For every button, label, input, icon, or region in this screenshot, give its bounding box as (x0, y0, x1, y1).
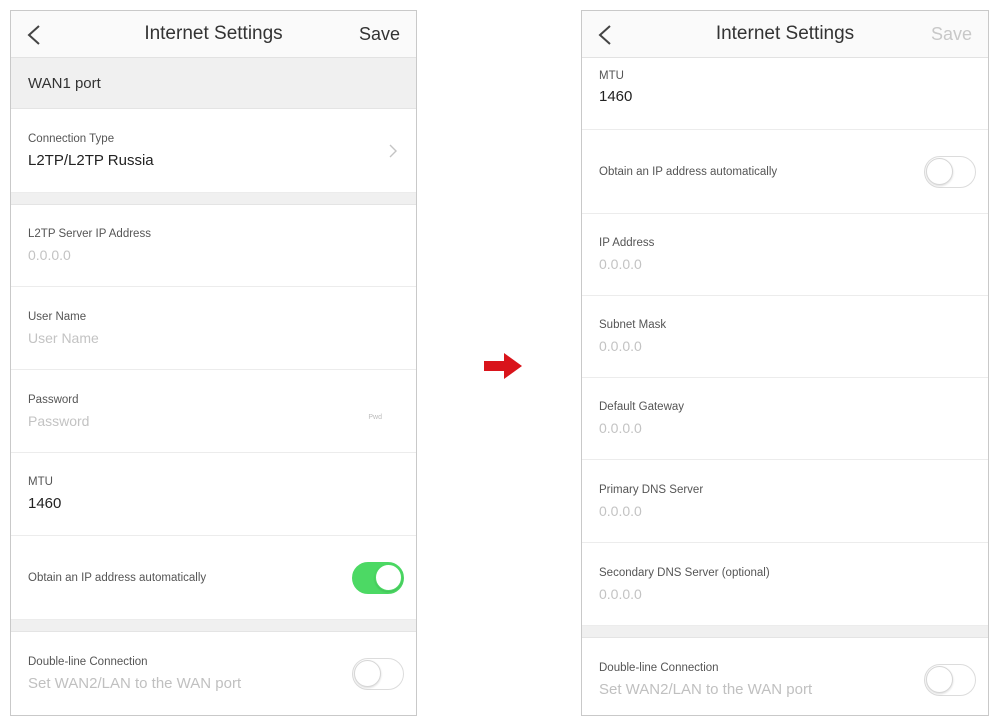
default-gateway-input[interactable]: 0.0.0.0 (599, 420, 988, 436)
chevron-left-icon[interactable] (25, 24, 43, 46)
default-gateway-field[interactable]: Default Gateway 0.0.0.0 (582, 378, 988, 460)
user-name-input[interactable]: User Name (28, 330, 416, 346)
primary-dns-field[interactable]: Primary DNS Server 0.0.0.0 (582, 460, 988, 543)
nav-bar: Internet Settings Save (582, 11, 988, 58)
ip-address-field[interactable]: IP Address 0.0.0.0 (582, 214, 988, 296)
mtu-label: MTU (28, 476, 53, 488)
double-line-row: Double-line Connection Set WAN2/LAN to t… (11, 632, 416, 715)
mtu-input[interactable]: 1460 (28, 495, 416, 512)
nav-bar: Internet Settings Save (11, 11, 416, 58)
section-gap (11, 193, 416, 205)
mtu-field[interactable]: MTU 1460 (11, 453, 416, 536)
double-line-row: Double-line Connection Set WAN2/LAN to t… (582, 638, 988, 715)
mtu-input[interactable]: 1460 (599, 88, 988, 105)
password-visibility-icon[interactable]: Pwd (368, 414, 382, 421)
save-button[interactable]: Save (359, 24, 400, 45)
section-gap (582, 626, 988, 638)
mtu-label: MTU (599, 70, 624, 82)
user-name-label: User Name (28, 310, 87, 323)
toggle-knob (926, 665, 953, 693)
toggle-knob (375, 563, 402, 591)
password-input[interactable]: Password (28, 413, 416, 429)
phone-screen-left: Internet Settings Save WAN1 port Connect… (10, 10, 417, 716)
section-header-wan1: WAN1 port (11, 58, 416, 109)
l2tp-server-ip-input[interactable]: 0.0.0.0 (28, 247, 416, 263)
double-line-toggle[interactable] (352, 657, 404, 690)
obtain-ip-toggle[interactable] (352, 561, 404, 594)
primary-dns-label: Primary DNS Server (599, 483, 704, 496)
secondary-dns-field[interactable]: Secondary DNS Server (optional) 0.0.0.0 (582, 543, 988, 626)
connection-type-row[interactable]: Connection Type L2TP/L2TP Russia (11, 109, 416, 193)
toggle-knob (926, 157, 953, 185)
chevron-right-icon (389, 144, 397, 157)
user-name-field[interactable]: User Name User Name (11, 287, 416, 370)
page-title: Internet Settings (715, 23, 855, 44)
primary-dns-input[interactable]: 0.0.0.0 (599, 503, 988, 519)
ip-address-label: IP Address (599, 237, 655, 249)
save-button[interactable]: Save (931, 24, 972, 45)
obtain-ip-row: Obtain an IP address automatically (582, 130, 988, 214)
l2tp-server-ip-label: L2TP Server IP Address (28, 228, 151, 240)
obtain-ip-row: Obtain an IP address automatically (11, 536, 416, 620)
double-line-toggle[interactable] (924, 663, 976, 696)
secondary-dns-input[interactable]: 0.0.0.0 (599, 586, 988, 602)
l2tp-server-ip-field[interactable]: L2TP Server IP Address 0.0.0.0 (11, 205, 416, 287)
page-title: Internet Settings (144, 23, 283, 44)
phone-screen-right: Internet Settings Save MTU 1460 Obtain a… (581, 10, 989, 716)
toggle-knob (354, 659, 381, 687)
obtain-ip-toggle[interactable] (924, 155, 976, 188)
subnet-mask-input[interactable]: 0.0.0.0 (599, 338, 988, 354)
ip-address-input[interactable]: 0.0.0.0 (599, 256, 988, 272)
connection-type-value: L2TP/L2TP Russia (28, 151, 154, 169)
default-gateway-label: Default Gateway (599, 401, 685, 413)
connection-type-label: Connection Type (28, 132, 115, 145)
password-field[interactable]: Password Password Pwd (11, 370, 416, 453)
password-label: Password (28, 393, 79, 406)
arrow-right-icon (484, 353, 522, 379)
secondary-dns-label: Secondary DNS Server (optional) (599, 566, 770, 579)
mtu-field[interactable]: MTU 1460 (582, 58, 988, 130)
subnet-mask-label: Subnet Mask (599, 319, 667, 331)
section-gap (11, 620, 416, 632)
subnet-mask-field[interactable]: Subnet Mask 0.0.0.0 (582, 296, 988, 378)
chevron-left-icon[interactable] (596, 24, 614, 46)
